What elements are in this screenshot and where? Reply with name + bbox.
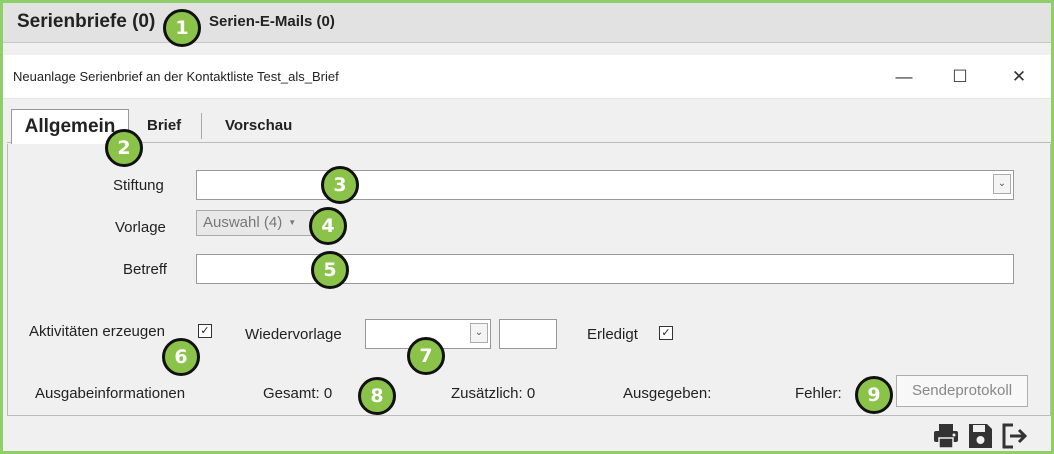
callout-badge-8: 8: [358, 377, 396, 415]
vorlage-dropdown[interactable]: Auswahl (4) ▼: [196, 210, 314, 236]
outer-tab-bar: Serienbriefe (0) Serien-E-Mails (0): [3, 3, 1051, 43]
tab-serien-emails[interactable]: Serien-E-Mails (0): [209, 3, 335, 43]
sendeprotokoll-button[interactable]: Sendeprotokoll: [896, 375, 1028, 407]
dialog-title: Neuanlage Serienbrief an der Kontaktlist…: [13, 69, 339, 84]
inner-tab-bar: Allgemein Brief Vorschau: [7, 107, 1051, 144]
vorlage-value: Auswahl (4): [203, 214, 283, 231]
chevron-down-icon[interactable]: ⌄: [993, 174, 1011, 194]
maximize-button[interactable]: ☐: [937, 55, 983, 99]
gesamt-count: Gesamt: 0: [263, 385, 333, 402]
app-frame: Serienbriefe (0) Serien-E-Mails (0) Neua…: [0, 0, 1054, 454]
tab-vorschau[interactable]: Vorschau: [225, 109, 292, 143]
save-icon[interactable]: [965, 421, 995, 451]
stiftung-dropdown[interactable]: ⌄: [196, 170, 1014, 200]
close-button[interactable]: ✕: [996, 55, 1042, 99]
callout-badge-7: 7: [407, 337, 445, 375]
fehler-label: Fehler:: [795, 385, 842, 402]
erledigt-label: Erledigt: [587, 326, 638, 343]
tab-serienbriefe[interactable]: Serienbriefe (0): [17, 3, 155, 43]
dialog-titlebar: Neuanlage Serienbrief an der Kontaktlist…: [3, 55, 1051, 99]
tab-brief[interactable]: Brief: [147, 109, 181, 143]
tab-divider: [201, 113, 202, 139]
zusaetzlich-count: Zusätzlich: 0: [451, 385, 536, 402]
callout-badge-3: 3: [321, 166, 359, 204]
ausgabeinformationen-label: Ausgabeinformationen: [35, 385, 186, 402]
callout-badge-5: 5: [311, 251, 349, 289]
aktivitaeten-label: Aktivitäten erzeugen: [29, 323, 165, 340]
callout-badge-1: 1: [163, 9, 201, 47]
wiedervorlage-extra-input[interactable]: [499, 319, 557, 349]
ausgegeben-label: Ausgegeben:: [623, 385, 712, 402]
callout-badge-6: 6: [162, 338, 200, 376]
callout-badge-4: 4: [309, 207, 347, 245]
print-icon[interactable]: [931, 421, 961, 451]
chevron-down-icon[interactable]: ⌄: [470, 323, 488, 343]
aktivitaeten-checkbox[interactable]: ✓: [198, 324, 212, 338]
vorlage-label: Vorlage: [115, 219, 166, 236]
wiedervorlage-label: Wiedervorlage: [245, 326, 342, 343]
minimize-button[interactable]: —: [881, 55, 927, 99]
callout-badge-2: 2: [105, 129, 143, 167]
erledigt-checkbox[interactable]: ✓: [659, 326, 673, 340]
exit-icon[interactable]: [999, 421, 1029, 451]
footer-bar: [3, 419, 1051, 451]
callout-badge-9: 9: [855, 376, 893, 414]
caret-down-icon: ▼: [288, 218, 297, 227]
betreff-label: Betreff: [123, 261, 167, 278]
stiftung-label: Stiftung: [113, 177, 164, 194]
